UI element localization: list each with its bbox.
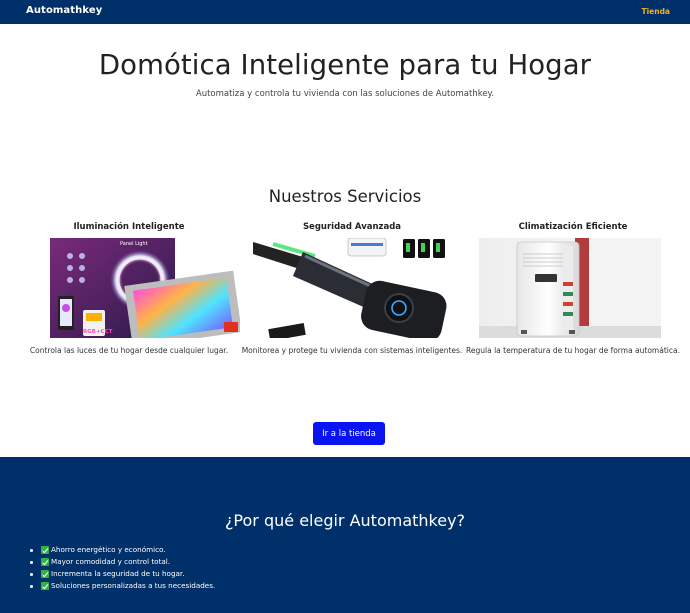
bullet-icon: [30, 584, 33, 588]
go-to-shop-button[interactable]: Ir a la tienda: [313, 422, 385, 445]
navbar: Automathkey Tienda: [0, 0, 690, 24]
nav-link-tienda[interactable]: Tienda: [641, 7, 670, 16]
hero-subtitle: Automatiza y controla tu vivienda con la…: [195, 89, 495, 99]
service-card-climate: Climatización Eficiente Regula la temper…: [458, 221, 688, 355]
service-description: Regula la temperatura de tu hogar de for…: [466, 346, 680, 355]
services-title: Nuestros Servicios: [268, 187, 422, 206]
list-item: Incrementa la seguridad de tu hogar.: [30, 568, 215, 580]
service-title: Iluminación Inteligente: [73, 222, 185, 232]
check-icon: [41, 546, 49, 554]
bullet-icon: [30, 560, 33, 564]
smart-panel-light-image: Panel Light RGB+CCT: [50, 238, 240, 338]
bullet-icon: [30, 572, 33, 576]
brand-logo[interactable]: Automathkey: [26, 5, 102, 16]
check-icon: [41, 570, 49, 578]
service-description: Monitorea y protege tu vivienda con sist…: [241, 346, 463, 355]
smart-lock-image: [253, 238, 451, 338]
why-title: ¿Por qué elegir Automathkey?: [224, 511, 466, 530]
bullet-icon: [30, 548, 33, 552]
check-icon: [41, 582, 49, 590]
list-item: Ahorro energético y económico.: [30, 544, 215, 556]
service-description: Controla las luces de tu hogar desde cua…: [29, 346, 229, 355]
check-icon: [41, 558, 49, 566]
service-title: Seguridad Avanzada: [302, 222, 402, 232]
portable-air-conditioner-image: [479, 238, 661, 338]
why-section: ¿Por qué elegir Automathkey? Ahorro ener…: [0, 457, 690, 613]
service-card-security: Seguridad Avanzada Monitorea y protege t…: [237, 221, 467, 355]
hero-title: Domótica Inteligente para tu Hogar: [98, 49, 592, 81]
list-item: Soluciones personalizadas a tus necesida…: [30, 580, 215, 592]
benefits-list: Ahorro energético y económico. Mayor com…: [30, 544, 215, 592]
list-item: Mayor comodidad y control total.: [30, 556, 215, 568]
service-card-lighting: Iluminación Inteligente Panel Light RGB+…: [14, 221, 244, 355]
panel-light-text: Panel Light: [120, 241, 148, 247]
service-title: Climatización Eficiente: [518, 222, 628, 232]
rgb-cct-text: RGB+CCT: [83, 329, 113, 335]
